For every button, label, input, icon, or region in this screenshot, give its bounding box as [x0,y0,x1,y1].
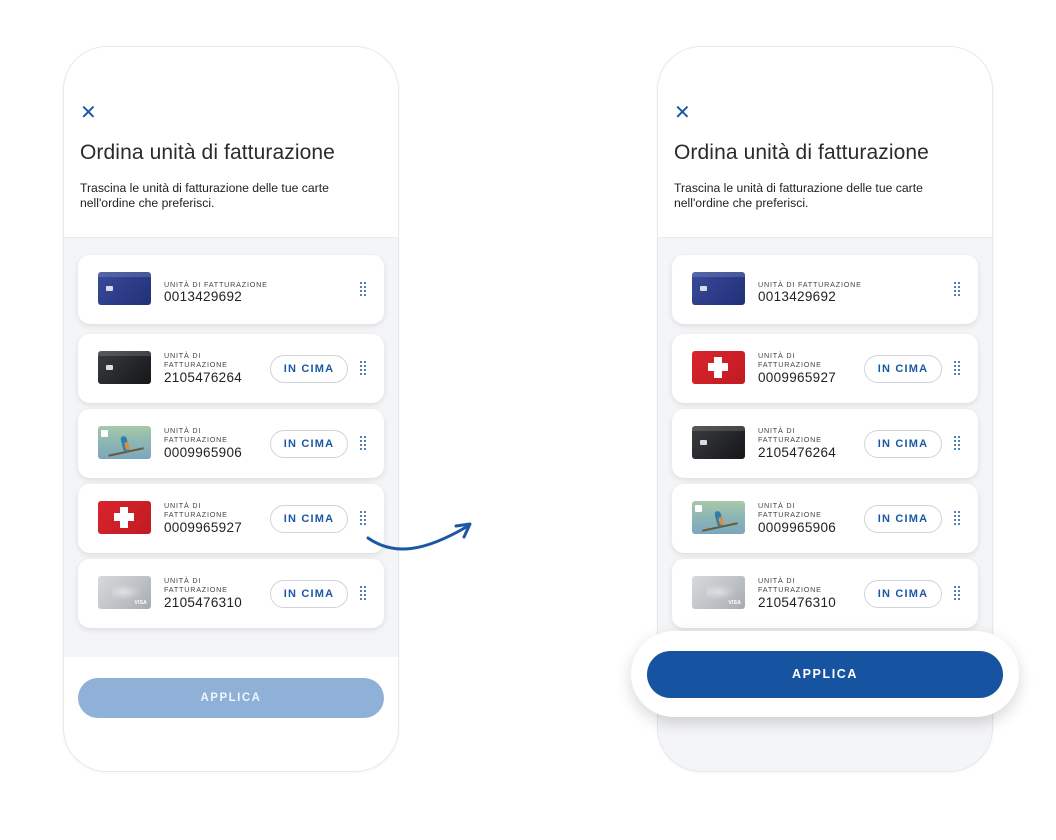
move-to-top-button[interactable]: IN CIMA [270,355,348,383]
card-image-swiss-flag [692,351,745,384]
move-to-top-button[interactable]: IN CIMA [864,580,942,608]
billing-unit-number: 0013429692 [164,289,243,304]
page-subtitle: Trascina le unità di fatturazione delle … [674,181,923,210]
billing-unit-label: UNITÀ DI FATTURAZIONE [164,426,228,444]
billing-unit-row[interactable]: UNITÀ DI FATTURAZIONE 0013429692 [78,255,384,324]
move-to-top-button[interactable]: IN CIMA [270,580,348,608]
billing-unit-number: 2105476310 [758,595,837,610]
drag-handle-icon[interactable] [954,586,962,600]
billing-unit-number: 2105476310 [164,595,243,610]
billing-unit-number: 0009965927 [164,520,243,535]
card-image-silver: VISA [98,576,151,609]
card-image-kingfisher [692,501,745,534]
billing-unit-label: UNITÀ DI FATTURAZIONE [758,576,822,594]
billing-unit-row[interactable]: UNITÀ DI FATTURAZIONE 0009965906 IN CIMA [78,409,384,478]
billing-unit-row[interactable]: UNITÀ DI FATTURAZIONE 0009965927 IN CIMA [672,334,978,403]
drag-handle-icon[interactable] [360,586,368,600]
card-image-silver: VISA [692,576,745,609]
billing-unit-number: 0009965906 [164,445,243,460]
billing-unit-label: UNITÀ DI FATTURAZIONE [758,351,822,369]
card-image-black [692,426,745,459]
curved-arrow-right-icon [366,522,472,551]
phone-screen-before: ✕ Ordina unità di fatturazione Trascina … [63,46,399,772]
apply-button-disabled: APPLICA [78,678,384,718]
move-to-top-button[interactable]: IN CIMA [864,355,942,383]
billing-unit-label: UNITÀ DI FATTURAZIONE [164,576,228,594]
drag-handle-icon[interactable] [954,282,962,296]
billing-unit-number: 0013429692 [758,289,837,304]
close-icon[interactable]: ✕ [80,103,97,123]
apply-button[interactable]: APPLICA [647,651,1003,698]
card-image-blue [98,272,151,305]
move-to-top-button[interactable]: IN CIMA [864,430,942,458]
billing-unit-label: UNITÀ DI FATTURAZIONE [758,501,822,519]
card-image-blue [692,272,745,305]
billing-unit-row[interactable]: UNITÀ DI FATTURAZIONE 2105476264 IN CIMA [672,409,978,478]
drag-handle-icon[interactable] [360,436,368,450]
drag-handle-icon[interactable] [954,436,962,450]
card-image-black [98,351,151,384]
card-image-swiss-flag [98,501,151,534]
page-title: Ordina unità di fatturazione [674,141,929,164]
header-panel: ✕ Ordina unità di fatturazione Trascina … [64,47,398,238]
card-image-kingfisher [98,426,151,459]
close-icon[interactable]: ✕ [674,103,691,123]
drag-handle-icon[interactable] [360,282,368,296]
billing-unit-number: 0009965906 [758,520,837,535]
billing-unit-row[interactable]: UNITÀ DI FATTURAZIONE 0009965906 IN CIMA [672,484,978,553]
billing-unit-label: UNITÀ DI FATTURAZIONE [164,280,268,289]
billing-unit-row[interactable]: UNITÀ DI FATTURAZIONE 0013429692 [672,255,978,324]
billing-unit-label: UNITÀ DI FATTURAZIONE [164,351,228,369]
billing-unit-row[interactable]: UNITÀ DI FATTURAZIONE 0009965927 IN CIMA [78,484,384,553]
billing-unit-row[interactable]: UNITÀ DI FATTURAZIONE 2105476264 IN CIMA [78,334,384,403]
move-to-top-button[interactable]: IN CIMA [270,505,348,533]
drag-handle-icon[interactable] [954,511,962,525]
page-subtitle: Trascina le unità di fatturazione delle … [80,181,329,210]
billing-unit-label: UNITÀ DI FATTURAZIONE [164,501,228,519]
billing-unit-row[interactable]: VISA UNITÀ DI FATTURAZIONE 2105476310 IN… [672,559,978,628]
billing-unit-number: 0009965927 [758,370,837,385]
page-title: Ordina unità di fatturazione [80,141,335,164]
header-panel: ✕ Ordina unità di fatturazione Trascina … [658,47,992,238]
billing-unit-label: UNITÀ DI FATTURAZIONE [758,280,862,289]
move-to-top-button[interactable]: IN CIMA [864,505,942,533]
billing-unit-label: UNITÀ DI FATTURAZIONE [758,426,822,444]
billing-unit-number: 2105476264 [758,445,837,460]
billing-unit-row[interactable]: VISA UNITÀ DI FATTURAZIONE 2105476310 IN… [78,559,384,628]
apply-panel: APPLICA [631,631,1019,717]
move-to-top-button[interactable]: IN CIMA [270,430,348,458]
drag-handle-icon[interactable] [954,361,962,375]
billing-unit-number: 2105476264 [164,370,243,385]
drag-handle-icon[interactable] [360,361,368,375]
